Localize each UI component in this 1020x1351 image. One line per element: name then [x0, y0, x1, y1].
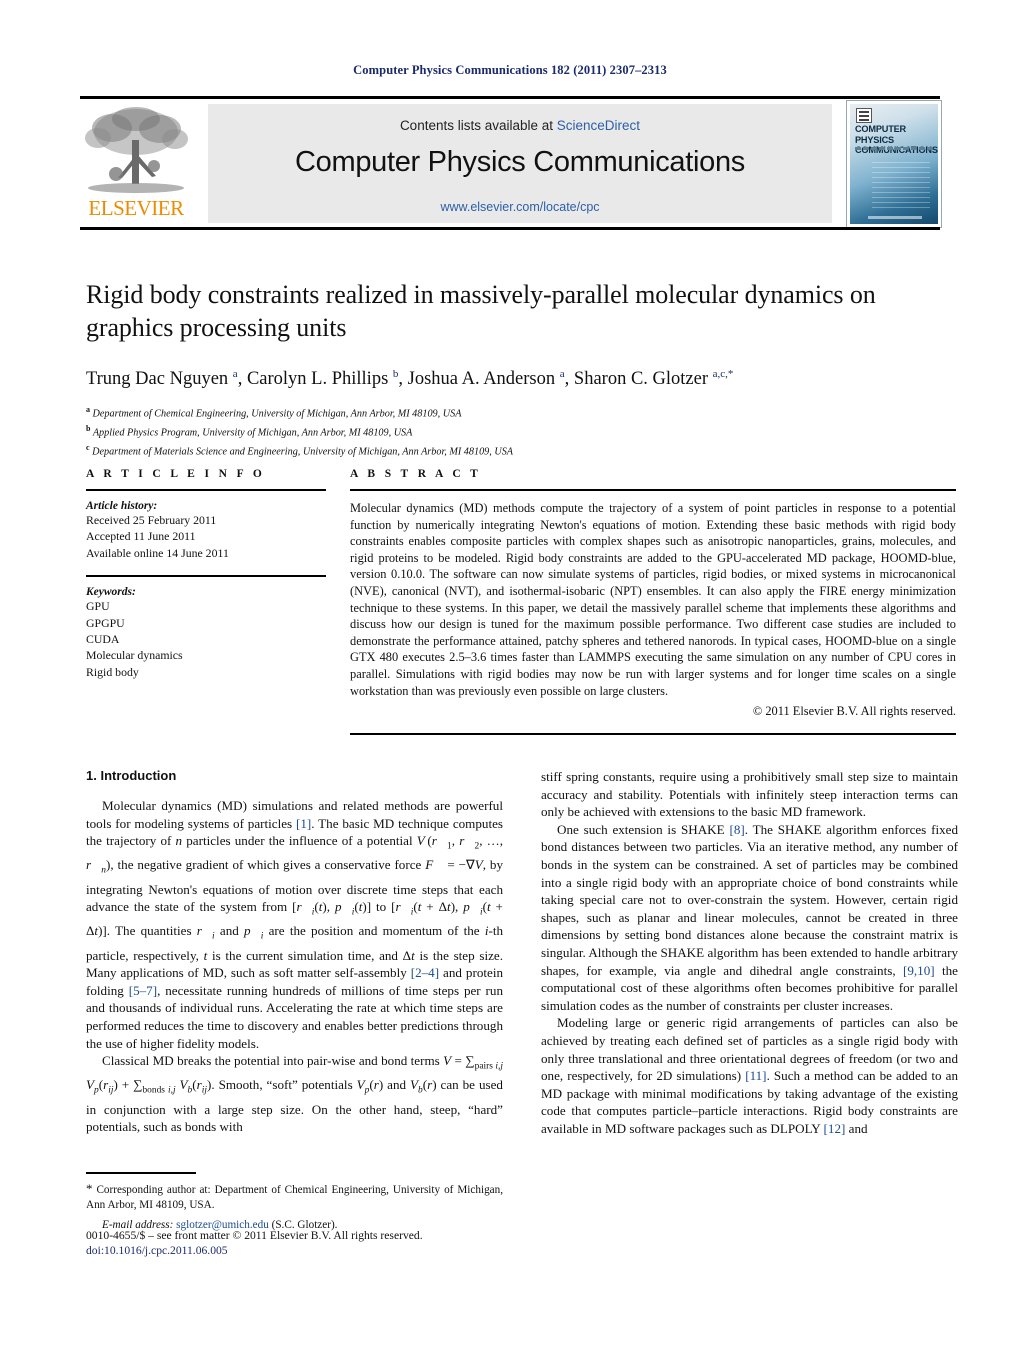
journal-url[interactable]: www.elsevier.com/locate/cpc: [208, 200, 832, 214]
cover-text-lines: [872, 162, 930, 208]
doi-link[interactable]: doi:10.1016/j.cpc.2011.06.005: [86, 1244, 586, 1257]
masthead-bottom-rule: [80, 227, 940, 230]
abstract-text: Molecular dynamics (MD) methods compute …: [350, 501, 956, 698]
cover-title-line1: COMPUTER PHYSICS: [855, 124, 906, 145]
author-list: Trung Dac Nguyen a, Carolyn L. Phillips …: [86, 368, 734, 390]
paragraph: One such extension is SHAKE [8]. The SHA…: [541, 821, 958, 1015]
corresponding-author-note: * Corresponding author at: Department of…: [86, 1181, 503, 1213]
imprint-block: 0010-4655/$ – see front matter © 2011 El…: [86, 1228, 586, 1257]
paragraph-text: . The basic MD technique computes the tr…: [86, 815, 504, 981]
section-title-introduction: 1. Introduction: [86, 768, 177, 783]
article-history-item: Accepted 11 June 2011: [86, 529, 196, 544]
abstract-bottom-rule: [350, 733, 956, 736]
keyword-item: Rigid body: [86, 664, 139, 679]
masthead-band: Contents lists available at ScienceDirec…: [208, 104, 832, 223]
citation-ref[interactable]: [8]: [729, 822, 744, 837]
affiliation-marker: b: [86, 424, 91, 434]
paragraph: Modeling large or generic rigid arrangem…: [541, 1014, 958, 1137]
citation-ref[interactable]: [5–7]: [129, 983, 157, 998]
footnote-rule: [86, 1172, 196, 1174]
paragraph-text: . The SHAKE algorithm enforces fixed bon…: [541, 821, 958, 978]
body-columns: 1. Introduction Molecular dynamics (MD) …: [86, 768, 958, 1137]
paragraph: stiff spring constants, require using a …: [541, 769, 958, 820]
footnote-block: * Corresponding author at: Department of…: [86, 1172, 503, 1233]
keyword-item: GPU: [86, 599, 110, 614]
affiliation-marker: a: [86, 405, 90, 415]
info-abstract-section: A R T I C L E I N F O Article history: R…: [86, 468, 956, 736]
abstract-heading: A B S T R A C T: [350, 468, 482, 480]
affiliation-item: c Department of Materials Science and En…: [86, 441, 948, 460]
affiliation-item: a Department of Chemical Engineering, Un…: [86, 403, 948, 422]
issn-line: 0010-4655/$ – see front matter © 2011 El…: [86, 1229, 423, 1242]
elsevier-wordmark: ELSEVIER: [88, 196, 184, 220]
article-info-heading: A R T I C L E I N F O: [86, 468, 266, 480]
paragraph-text: One such extension is SHAKE: [557, 821, 730, 837]
footnote-marker: *: [86, 1181, 93, 1196]
abstract-column: A B S T R A C T Molecular dynamics (MD) …: [350, 468, 956, 736]
citation-ref[interactable]: [9,10]: [903, 963, 935, 978]
affiliation-list: a Department of Chemical Engineering, Un…: [86, 403, 948, 460]
article-page: Computer Physics Communications 182 (201…: [0, 0, 1020, 1351]
contents-lists-line: Contents lists available at ScienceDirec…: [208, 118, 832, 133]
contents-prefix: Contents lists available at: [399, 118, 557, 133]
journal-cover-thumbnail: COMPUTER PHYSICS COMMUNICATIONS: [846, 100, 942, 228]
paragraph: Molecular dynamics (MD) simulations and …: [86, 797, 503, 1052]
cover-footer-rule: [868, 216, 922, 219]
body-column-left: 1. Introduction Molecular dynamics (MD) …: [86, 768, 503, 1137]
article-history-label: Article history:: [86, 500, 158, 512]
article-history-item: Available online 14 June 2011: [86, 545, 229, 560]
affiliation-text: Applied Physics Program, University of M…: [92, 427, 413, 439]
affiliation-item: b Applied Physics Program, University of…: [86, 422, 948, 441]
running-head: Computer Physics Communications 182 (201…: [353, 63, 667, 77]
elsevier-tree-mark-icon: [856, 108, 872, 123]
paragraph-text: and: [845, 1120, 868, 1136]
sciencedirect-link[interactable]: ScienceDirect: [557, 118, 640, 133]
keyword-item: CUDA: [86, 632, 120, 647]
cover-subtitle-rule: [855, 147, 935, 150]
journal-title: Computer Physics Communications: [294, 146, 746, 178]
article-history-item: Received 25 February 2011: [86, 513, 217, 527]
title-block: Rigid body constraints realized in massi…: [86, 278, 948, 460]
affiliation-marker: c: [86, 442, 90, 452]
citation-ref[interactable]: [1]: [296, 816, 311, 831]
elsevier-tree-icon: [85, 107, 188, 193]
article-info-column: A R T I C L E I N F O Article history: R…: [86, 468, 326, 735]
page-title: Rigid body constraints realized in massi…: [86, 280, 876, 342]
cover-artwork: COMPUTER PHYSICS COMMUNICATIONS: [850, 104, 938, 224]
affiliation-text: Department of Materials Science and Engi…: [92, 446, 514, 458]
keywords-rule: [86, 575, 326, 578]
keyword-item: Molecular dynamics: [86, 648, 183, 663]
elsevier-logo: ELSEVIER: [80, 104, 192, 224]
citation-ref[interactable]: [11]: [745, 1068, 766, 1083]
footnote-text: Corresponding author at: Department of C…: [86, 1184, 504, 1211]
abstract-rule: [350, 489, 956, 491]
body-column-right: stiff spring constants, require using a …: [541, 768, 958, 1137]
paragraph: Classical MD breaks the potential into p…: [86, 1052, 503, 1136]
article-info-rule: [86, 489, 326, 491]
keywords-label: Keywords:: [86, 586, 136, 599]
cover-title: COMPUTER PHYSICS COMMUNICATIONS: [855, 124, 938, 156]
abstract-copyright: © 2011 Elsevier B.V. All rights reserved…: [752, 704, 956, 719]
masthead-top-rule: [80, 96, 940, 99]
keyword-item: GPGPU: [86, 615, 125, 630]
citation-ref[interactable]: [12]: [824, 1121, 846, 1136]
citation-ref[interactable]: [2–4]: [411, 965, 439, 980]
affiliation-text: Department of Chemical Engineering, Univ…: [92, 408, 462, 420]
paragraph-text: Classical MD breaks the potential into p…: [86, 1053, 503, 1135]
journal-masthead: ELSEVIER Contents lists available at Sci…: [80, 96, 942, 230]
